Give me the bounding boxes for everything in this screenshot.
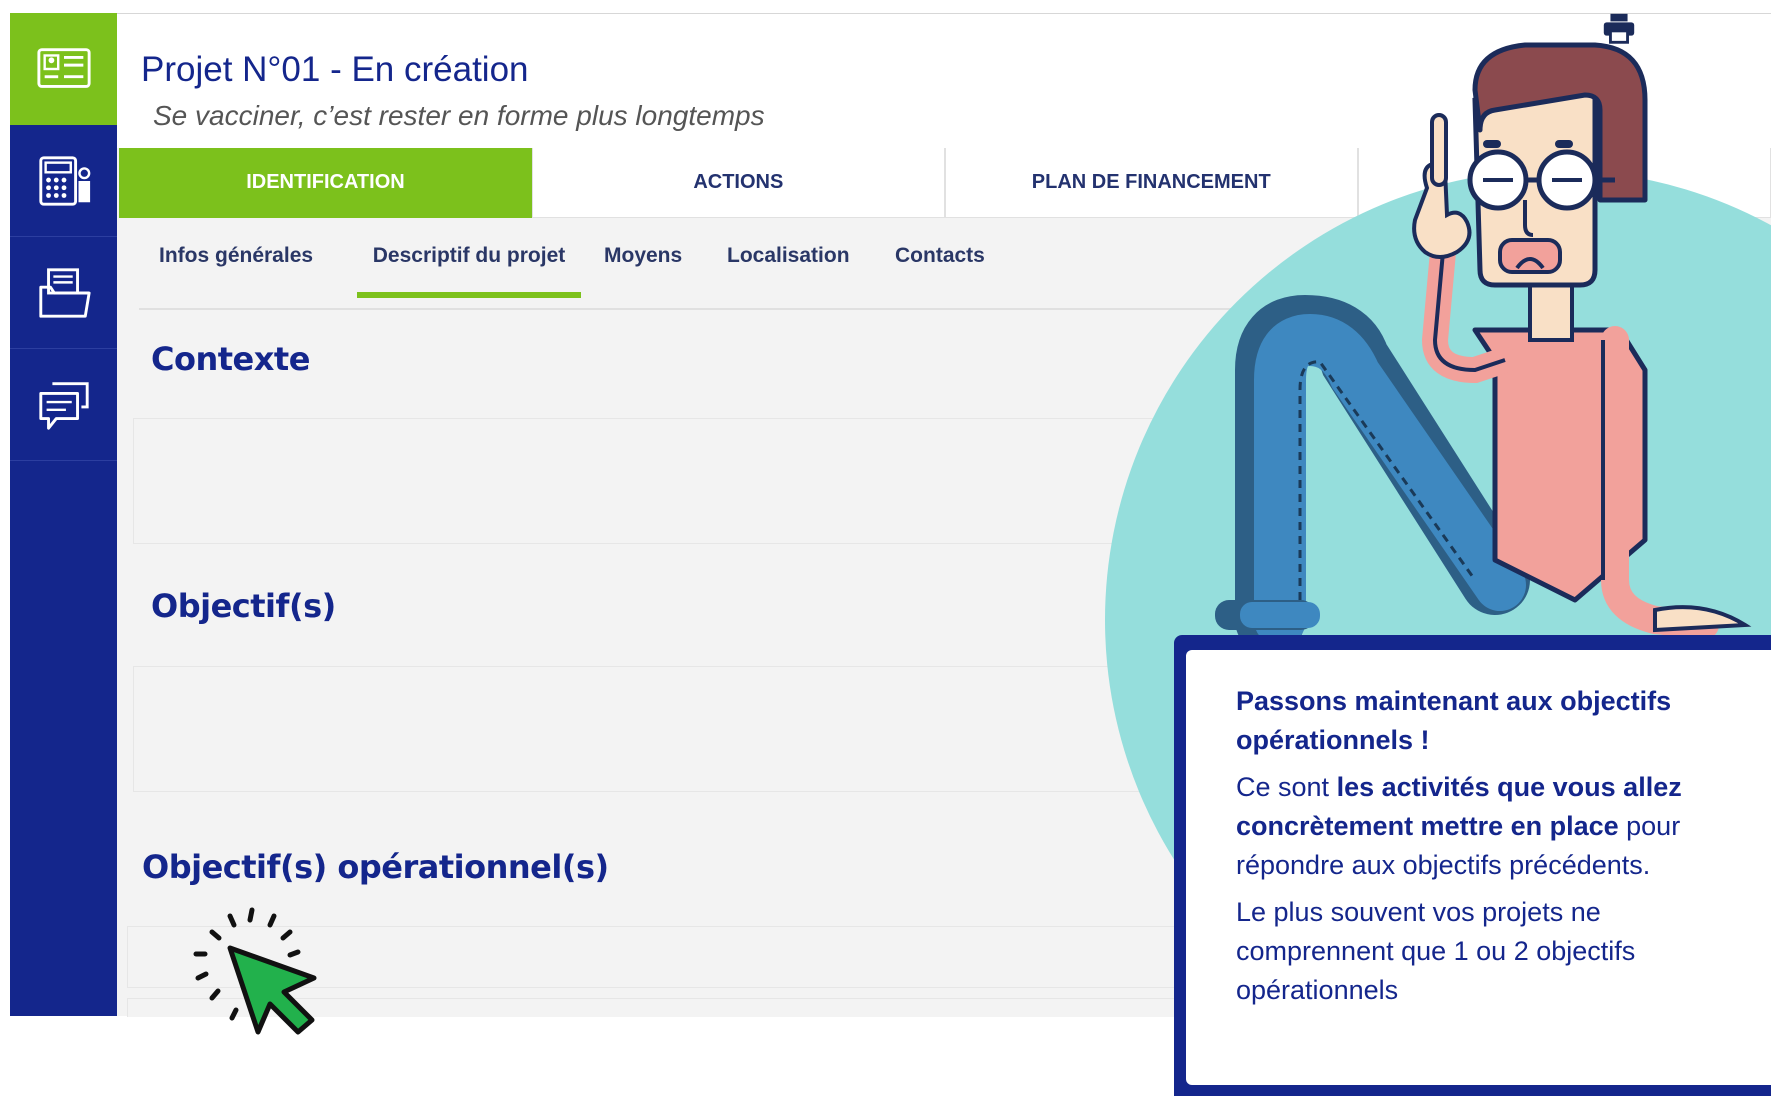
tooltip-p1-prefix: Ce sont — [1236, 772, 1337, 802]
tab-identification[interactable]: IDENTIFICATION — [119, 148, 532, 218]
sidebar-item-identification[interactable] — [10, 13, 117, 125]
page-subtitle: Se vacciner, c’est rester en forme plus … — [153, 100, 765, 131]
subtab-descriptif-du-projet[interactable]: Descriptif du projet — [357, 244, 581, 298]
tooltip-card: Passons maintenant aux objectifs opérati… — [1186, 650, 1771, 1085]
section-title-objectifs: Objectif(s) — [151, 587, 336, 625]
subtab-moyens[interactable]: Moyens — [604, 244, 682, 292]
tooltip-heading: Passons maintenant aux objectifs opérati… — [1236, 686, 1672, 755]
section-title-objectifs-operationnels: Objectif(s) opérationnel(s) — [142, 848, 609, 886]
subtab-localisation[interactable]: Localisation — [727, 244, 850, 292]
folder-icon — [38, 267, 91, 318]
click-cursor-icon — [193, 907, 317, 1035]
section-title-contexte: Contexte — [151, 340, 310, 378]
tooltip-paragraph-2: Le plus souvent vos projets ne comprenne… — [1236, 897, 1636, 1005]
tab-actions[interactable]: ACTIONS — [531, 148, 945, 218]
sidebar-item-budget[interactable] — [10, 125, 117, 237]
page-title: Projet N°01 - En création — [141, 50, 529, 89]
subtab-contacts[interactable]: Contacts — [895, 244, 985, 292]
chat-icon — [38, 381, 89, 430]
sidebar-item-messages[interactable] — [10, 349, 117, 461]
tooltip-paragraph-1: Ce sont les activités que vous allez con… — [1236, 768, 1716, 885]
id-card-icon — [36, 48, 91, 88]
sidebar-item-documents[interactable] — [10, 237, 117, 349]
calculator-icon — [38, 155, 90, 206]
tooltip-text: Passons maintenant aux objectifs opérati… — [1236, 682, 1716, 1018]
left-sidebar — [10, 13, 117, 1016]
subtab-infos-generales[interactable]: Infos générales — [159, 244, 313, 292]
